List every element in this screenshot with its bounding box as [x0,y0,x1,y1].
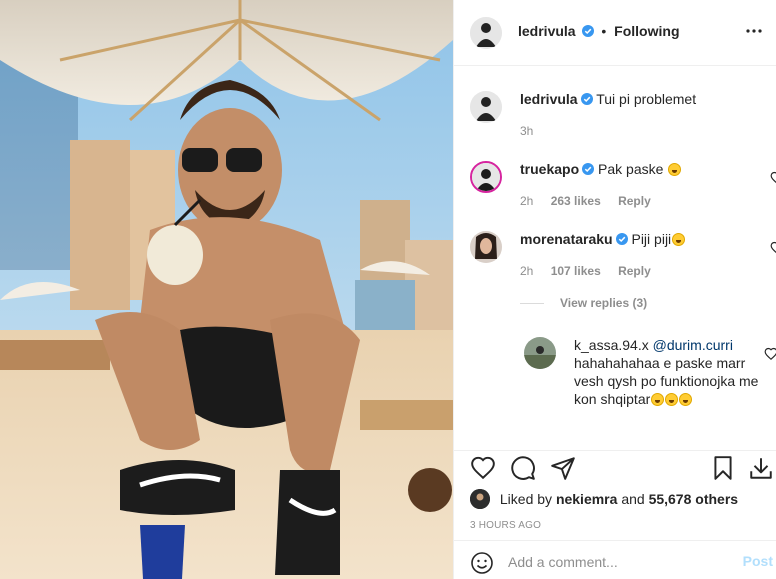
reply-avatar[interactable] [524,337,556,369]
header-separator: • [601,23,607,39]
following-button[interactable]: Following [614,23,679,39]
caption-time: 3h [520,124,534,138]
heart-icon[interactable] [470,455,496,481]
comment-username[interactable]: truekapo [520,161,579,177]
comment-avatar[interactable] [470,231,502,263]
comment-time: 2h [520,194,534,208]
author-avatar-image [470,17,502,49]
comment-avatar-image [470,231,502,263]
comment-avatar-image [472,163,500,191]
comment-item: truekapo Pak paske 2h 263 likes Reply [470,160,776,210]
post-header: ledrivula • Following [454,0,776,66]
caption-text-line: ledrivula Tui pi problemet [520,90,750,108]
likes-count[interactable]: 55,678 others [649,491,739,507]
view-replies-label: View replies (3) [560,296,648,310]
comment-likes[interactable]: 263 likes [551,194,601,208]
post-comment-button[interactable]: Post [743,553,773,569]
comment-icon[interactable] [510,455,536,481]
comment-text-line: morenataraku Piji piji [520,230,750,248]
laughing-emoji-icon [668,163,682,176]
comment-item: morenataraku Piji piji 2h 107 likes Repl… [470,230,776,280]
caption-avatar[interactable] [470,91,502,123]
verified-badge-icon [582,25,595,37]
laughing-emoji-icon [672,233,686,246]
view-replies-line [520,303,544,305]
comment-reply-button[interactable]: Reply [618,194,651,208]
share-icon[interactable] [550,455,576,481]
emoji-icon[interactable] [470,551,494,575]
caption-avatar-image [470,91,502,123]
comment-likes[interactable]: 107 likes [551,264,601,278]
liker-avatar-image [470,489,490,509]
comment-input[interactable] [508,549,728,575]
comments-list[interactable]: ledrivula Tui pi problemet 3h truekapo P… [454,67,776,450]
verified-badge-icon [615,233,628,245]
comment-avatar[interactable] [470,161,502,193]
post-side-panel: ledrivula • Following ledrivula Tui pi p… [453,0,776,579]
comment-reply-button[interactable]: Reply [618,264,651,278]
add-comment-bar: Post [454,540,776,579]
header-user-line: ledrivula • Following [518,23,680,39]
photo-illustration [0,0,453,579]
laughing-emoji-icon [651,393,665,406]
caption-text: Tui pi problemet [596,91,697,107]
header-username[interactable]: ledrivula [518,23,576,39]
comment-like-heart-icon[interactable] [770,171,776,185]
comment-text-line: truekapo Pak paske [520,160,750,178]
reply-like-heart-icon[interactable] [764,347,776,361]
liked-by-prefix: Liked by [499,491,553,507]
comment-like-heart-icon[interactable] [770,241,776,255]
comment-meta: 2h 263 likes Reply [520,194,665,208]
comment-text: Piji piji [631,231,672,247]
liked-by-conjunction: and [621,491,645,507]
verified-badge-icon [582,163,595,175]
comment-meta: 2h 107 likes Reply [520,264,665,278]
post-photo[interactable] [0,0,453,579]
laughing-emoji-icon [665,393,679,406]
comment-text: Pak paske [598,161,664,177]
liker-avatar[interactable] [470,489,490,509]
caption-meta: 3h [520,124,547,138]
view-replies-button[interactable]: View replies (3) [520,296,647,310]
caption: ledrivula Tui pi problemet 3h [470,90,770,140]
liked-by-user[interactable]: nekiemra [556,491,617,507]
author-avatar[interactable] [470,17,502,49]
post-timestamp[interactable]: 3 HOURS AGO [470,520,541,531]
liked-by-line: Liked by nekiemra and 55,678 others [470,489,738,509]
post-actions: Liked by nekiemra and 55,678 others 3 HO… [454,450,776,540]
reply-username[interactable]: k_assa.94.x [574,337,649,353]
reply-mention-link[interactable]: @durim.curri [653,337,733,353]
reply-avatar-image [524,337,556,369]
comment-time: 2h [520,264,534,278]
verified-badge-icon [580,93,593,105]
laughing-emoji-icon [679,393,693,406]
bookmark-icon[interactable] [710,455,736,481]
more-icon[interactable] [745,22,763,40]
caption-username[interactable]: ledrivula [520,91,578,107]
reply-text-block: k_assa.94.x @durim.curri hahahahahaa e p… [574,336,764,408]
download-icon[interactable] [748,455,774,481]
comment-username[interactable]: morenataraku [520,231,613,247]
